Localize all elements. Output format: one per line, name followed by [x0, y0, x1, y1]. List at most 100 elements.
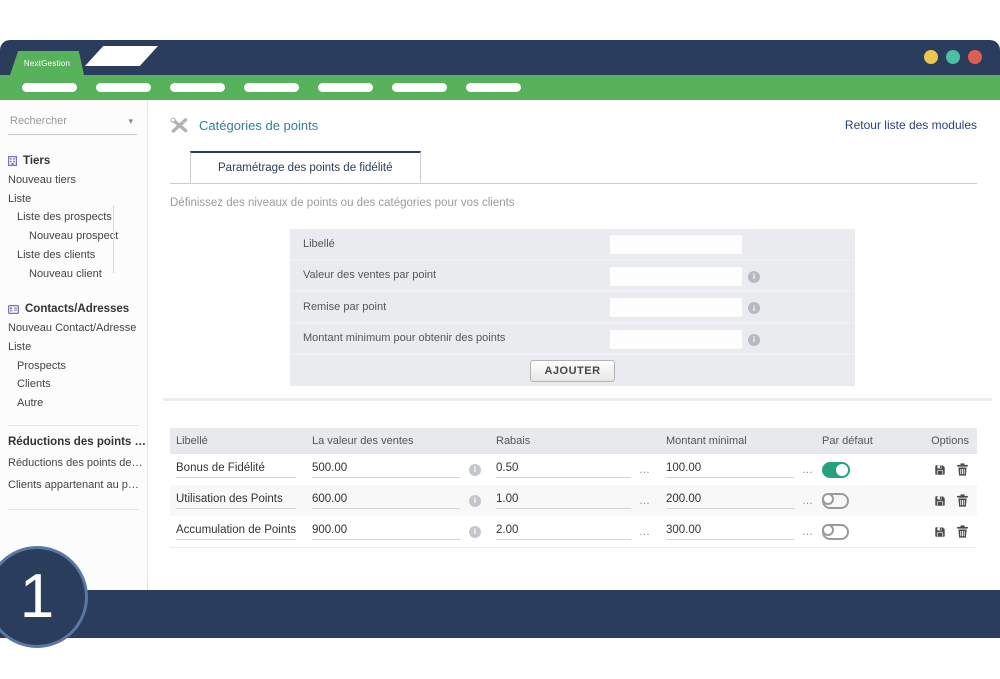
- toggle-knob: [822, 524, 834, 536]
- sidebar-item[interactable]: Liste: [0, 190, 147, 209]
- nav-menu-item[interactable]: [466, 83, 521, 92]
- row-montant-input[interactable]: [666, 493, 794, 509]
- minimize-dot[interactable]: [924, 50, 938, 64]
- search-placeholder: Rechercher: [10, 115, 67, 127]
- search-select[interactable]: Rechercher ▾: [8, 113, 137, 135]
- sidebar: Rechercher ▾ TiersNouveau tiersListeList…: [0, 100, 148, 590]
- column-header: Options: [914, 435, 977, 447]
- more-indicator: …: [802, 464, 813, 476]
- table-row: i……: [170, 516, 977, 547]
- table-row: i……: [170, 454, 977, 485]
- nav-menu-item[interactable]: [392, 83, 447, 92]
- sidebar-item[interactable]: Nouveau prospect: [0, 227, 147, 246]
- form-row: Remise par pointi: [290, 292, 855, 324]
- cell-montant: …: [660, 493, 816, 509]
- row-rabais-input[interactable]: [496, 462, 631, 478]
- row-montant-input[interactable]: [666, 524, 794, 540]
- save-icon[interactable]: [934, 495, 946, 507]
- column-header: Rabais: [490, 435, 660, 447]
- trash-icon[interactable]: [957, 525, 968, 538]
- sidebar-item[interactable]: Nouveau client: [0, 265, 147, 284]
- info-icon[interactable]: i: [469, 526, 481, 538]
- trash-icon[interactable]: [957, 463, 968, 476]
- sidebar-item[interactable]: Liste: [0, 338, 147, 357]
- save-icon[interactable]: [934, 526, 946, 538]
- save-icon[interactable]: [934, 464, 946, 476]
- back-to-modules-link[interactable]: Retour liste des modules: [845, 118, 977, 132]
- row-valeur-input[interactable]: [312, 493, 460, 509]
- table-header-row: LibelléLa valeur des ventesRabaisMontant…: [170, 428, 977, 454]
- row-montant-input[interactable]: [666, 462, 794, 478]
- more-indicator: …: [802, 495, 813, 507]
- cell-rabais: …: [490, 493, 660, 509]
- nav-menu-item[interactable]: [96, 83, 151, 92]
- default-toggle-on[interactable]: [822, 462, 850, 478]
- row-libelle-input[interactable]: [176, 524, 296, 540]
- more-indicator: …: [639, 495, 650, 507]
- default-toggle-off[interactable]: [822, 493, 849, 509]
- form-field-label: Montant minimum pour obtenir des points: [303, 332, 505, 344]
- sidebar-item[interactable]: Prospects: [0, 357, 147, 376]
- sidebar-item[interactable]: Clients: [0, 375, 147, 394]
- sidebar-section-label: Contacts/Adresses: [25, 303, 129, 315]
- form-field-input-1[interactable]: [610, 235, 742, 254]
- row-valeur-input[interactable]: [312, 462, 460, 478]
- close-dot[interactable]: [968, 50, 982, 64]
- content-area: Rechercher ▾ TiersNouveau tiersListeList…: [0, 100, 1000, 590]
- trash-icon[interactable]: [957, 494, 968, 507]
- sidebar-item[interactable]: Réductions des points de…: [0, 452, 147, 475]
- sidebar-item[interactable]: Clients appartenant au p…: [0, 474, 147, 497]
- nav-menu-item[interactable]: [318, 83, 373, 92]
- sidebar-section-title[interactable]: Réductions des points …: [8, 436, 147, 448]
- categories-table: LibelléLa valeur des ventesRabaisMontant…: [170, 428, 977, 548]
- sidebar-item[interactable]: Nouveau Contact/Adresse: [0, 319, 147, 338]
- page-header: Catégories de points Retour liste des mo…: [170, 114, 977, 136]
- info-icon[interactable]: i: [748, 334, 760, 346]
- nav-menu-item[interactable]: [170, 83, 225, 92]
- section-description: Définissez des niveaux de points ou des …: [170, 197, 977, 209]
- nav-menu-item[interactable]: [22, 83, 77, 92]
- sidebar-item[interactable]: Liste des clients: [0, 246, 147, 265]
- form-field-input-4[interactable]: [610, 330, 742, 349]
- row-rabais-input[interactable]: [496, 493, 631, 509]
- nav-menu-item[interactable]: [244, 83, 299, 92]
- sidebar-divider: [8, 509, 139, 510]
- row-libelle-input[interactable]: [176, 462, 296, 478]
- sidebar-item[interactable]: Nouveau tiers: [0, 171, 147, 190]
- info-icon[interactable]: i: [469, 495, 481, 507]
- form-row: Montant minimum pour obtenir des points i: [290, 324, 855, 356]
- row-libelle-input[interactable]: [176, 493, 296, 509]
- form-field-label: Valeur des ventes par point: [303, 269, 436, 281]
- row-valeur-input[interactable]: [312, 524, 460, 540]
- form-field-input-3[interactable]: [610, 298, 742, 317]
- cell-default: [816, 524, 914, 540]
- brand-flag-decoration: [85, 46, 158, 66]
- toggle-knob: [836, 464, 848, 476]
- form-field-input-2[interactable]: [610, 267, 742, 286]
- building-icon: [8, 156, 17, 166]
- cell-rabais: …: [490, 524, 660, 540]
- sidebar-section-title[interactable]: Tiers: [8, 155, 147, 167]
- sidebar-item[interactable]: Liste des prospects: [0, 208, 147, 227]
- cell-options: [914, 494, 977, 507]
- sidebar-section-title[interactable]: Contacts/Adresses: [8, 303, 147, 315]
- info-icon[interactable]: i: [748, 271, 760, 283]
- maximize-dot[interactable]: [946, 50, 960, 64]
- column-header: La valeur des ventes: [306, 435, 490, 447]
- default-toggle-off[interactable]: [822, 524, 849, 540]
- cell-valeur: i: [306, 462, 490, 478]
- tab-loyalty-points-settings[interactable]: Paramétrage des points de fidélité: [190, 151, 421, 183]
- info-icon[interactable]: i: [748, 302, 760, 314]
- cell-libelle: [170, 462, 306, 478]
- info-icon[interactable]: i: [469, 464, 481, 476]
- column-header: Par défaut: [816, 435, 914, 447]
- row-rabais-input[interactable]: [496, 524, 631, 540]
- cell-default: [816, 462, 914, 478]
- cell-montant: …: [660, 462, 816, 478]
- more-indicator: …: [639, 526, 650, 538]
- top-navigation-bar: [0, 75, 1000, 100]
- add-button[interactable]: AJOUTER: [530, 360, 614, 382]
- sidebar-item[interactable]: Autre: [0, 394, 147, 413]
- step-number: 1: [20, 566, 54, 628]
- column-header: Libellé: [170, 435, 306, 447]
